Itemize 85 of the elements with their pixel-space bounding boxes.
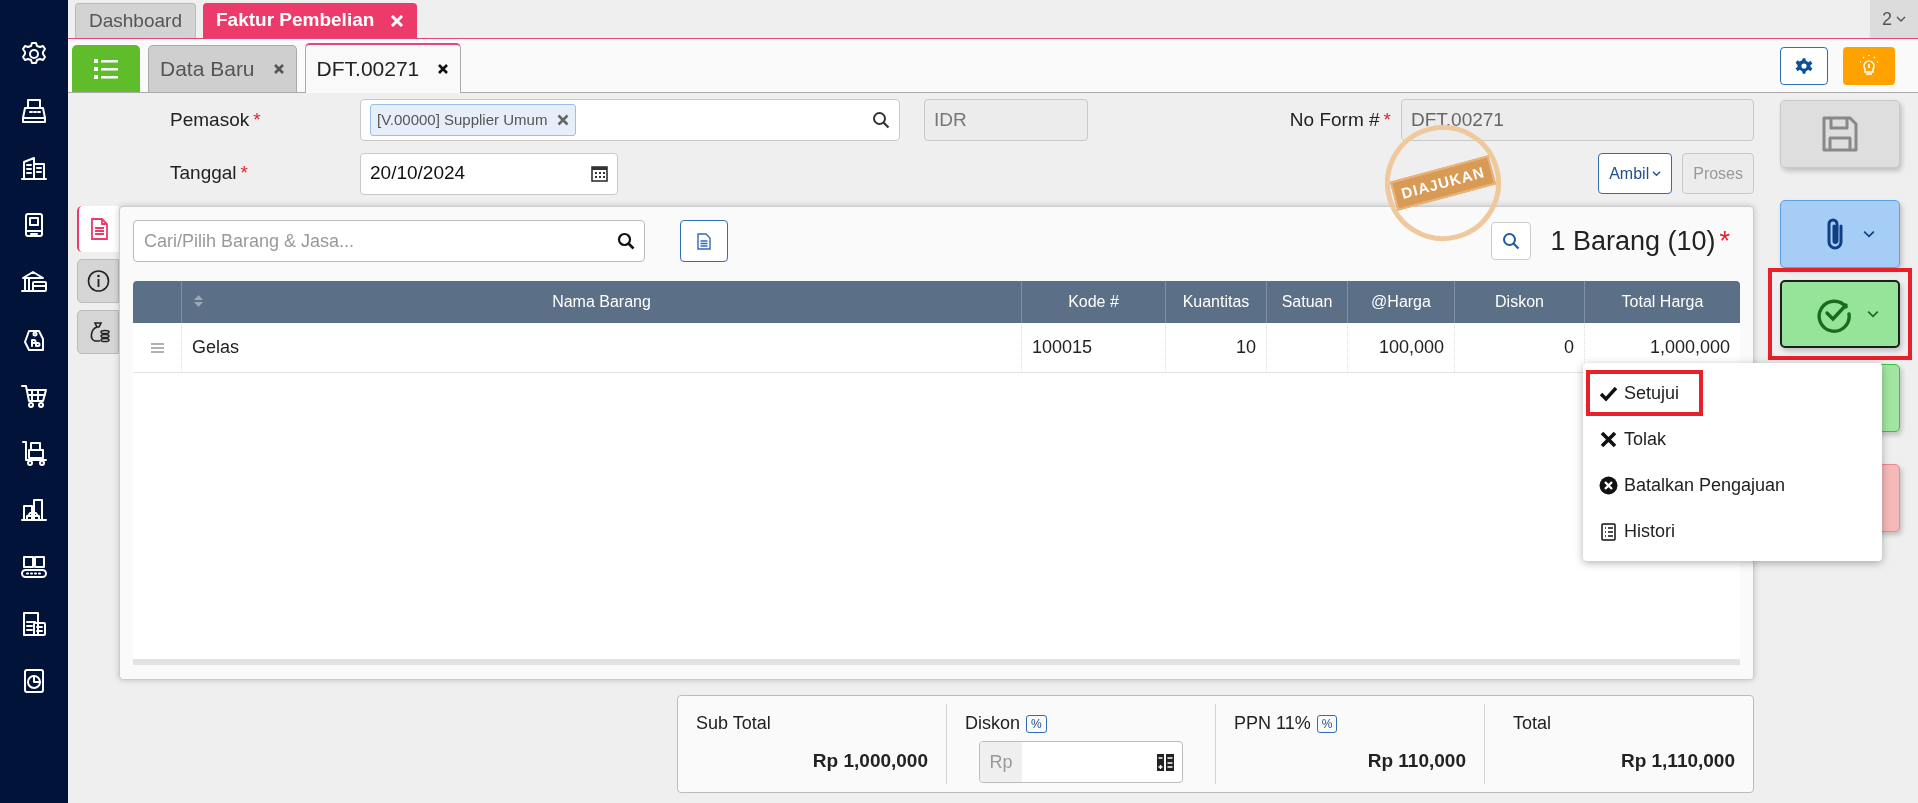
- trolley-icon[interactable]: [20, 439, 48, 467]
- field-label: No Form #: [1289, 107, 1380, 132]
- document-tab[interactable]: DFT.00271: [304, 43, 462, 93]
- required-mark: *: [1719, 224, 1730, 258]
- percent-toggle[interactable]: %: [1026, 714, 1047, 733]
- supplier-tag[interactable]: [V.00000] Supplier Umum: [370, 104, 577, 136]
- chevron-down-icon: [1652, 169, 1662, 178]
- x-icon: [1599, 429, 1618, 449]
- menu-item-label: Setujui: [1624, 381, 1680, 405]
- tax-document-icon[interactable]: [20, 610, 48, 638]
- column-header[interactable]: Nama Barang: [182, 281, 1022, 323]
- document-tab[interactable]: Data Baru: [148, 45, 297, 92]
- lightbulb-icon: [1859, 54, 1879, 77]
- window-count-button[interactable]: 2: [1870, 0, 1918, 38]
- city-icon[interactable]: [20, 496, 48, 524]
- table-cell-text: 10: [1235, 336, 1256, 359]
- table-cell-text: 0: [1564, 336, 1574, 359]
- field-label: Tanggal: [170, 161, 237, 186]
- settings-icon: [1795, 56, 1813, 75]
- chevron-down-icon: [1863, 228, 1875, 240]
- search-icon[interactable]: [617, 232, 635, 250]
- search-icon[interactable]: [872, 111, 890, 129]
- dropdown-button[interactable]: Ambil: [1598, 153, 1673, 194]
- column-header[interactable]: Kode #: [1022, 281, 1166, 323]
- menu-item[interactable]: Setujui: [1586, 370, 1703, 416]
- remove-icon[interactable]: [557, 114, 570, 126]
- item-search-field[interactable]: Cari/Pilih Barang & Jasa...: [133, 220, 645, 262]
- list-icon: [94, 57, 118, 80]
- column-header[interactable]: Satuan: [1267, 281, 1348, 323]
- required-mark: *: [240, 161, 248, 186]
- field-label: Pemasok: [170, 107, 250, 132]
- item-count: 1 Barang (10): [1550, 224, 1716, 258]
- info-icon: [86, 269, 110, 293]
- summary-label: Diskon: [965, 712, 1021, 735]
- chevron-down-icon: [1896, 14, 1906, 24]
- calculator-icon[interactable]: [1157, 753, 1174, 771]
- summary-label: PPN 11%: [1234, 712, 1311, 735]
- side-tab[interactable]: [77, 259, 119, 303]
- table-cell-text: 100015: [1032, 336, 1093, 359]
- table-cell-text: 100,000: [1378, 336, 1444, 359]
- notes-button[interactable]: [680, 220, 728, 262]
- table-cell-text: Gelas: [192, 336, 240, 359]
- side-tab[interactable]: [77, 310, 119, 354]
- conveyor-icon[interactable]: [20, 553, 48, 581]
- approval-button[interactable]: [1780, 280, 1900, 348]
- search-icon: [1502, 232, 1521, 250]
- cash-register-icon[interactable]: [20, 97, 48, 125]
- supplier-field[interactable]: [V.00000] Supplier Umum: [360, 99, 900, 141]
- summary-value: Rp 1,110,000: [1620, 749, 1735, 773]
- menu-item-label: Histori: [1624, 519, 1675, 543]
- summary-label: Sub Total: [696, 712, 771, 735]
- menu-item[interactable]: Histori: [1586, 508, 1879, 554]
- required-mark: *: [253, 107, 261, 132]
- menu-item-label: Tolak: [1624, 427, 1667, 451]
- search-button[interactable]: [1491, 222, 1532, 260]
- column-header[interactable]: Total Harga: [1585, 281, 1740, 323]
- attach-button[interactable]: [1780, 200, 1900, 268]
- menu-item-label: Batalkan Pengajuan: [1624, 473, 1786, 497]
- currency-field[interactable]: IDR: [924, 99, 1088, 141]
- column-header[interactable]: Diskon: [1455, 281, 1585, 323]
- close-icon[interactable]: [437, 63, 450, 75]
- cart-icon[interactable]: [20, 382, 48, 410]
- clipboard-list-icon: [1599, 521, 1618, 541]
- x-circle-icon: [1599, 475, 1618, 495]
- percent-toggle[interactable]: %: [1316, 714, 1338, 733]
- menu-item[interactable]: Tolak: [1586, 416, 1879, 462]
- column-header[interactable]: Kuantitas: [1166, 281, 1267, 323]
- chevron-down-icon: [1867, 308, 1879, 320]
- menu-item[interactable]: Batalkan Pengajuan: [1586, 462, 1879, 508]
- calendar-icon[interactable]: [591, 165, 608, 182]
- summary-label: Total: [1513, 712, 1552, 735]
- column-header[interactable]: @Harga: [1348, 281, 1455, 323]
- date-field[interactable]: 20/10/2024: [360, 152, 618, 195]
- table-cell-text: 1,000,000: [1649, 336, 1730, 359]
- building-icon[interactable]: [20, 154, 48, 182]
- page-tab[interactable]: Faktur Pembelian: [202, 3, 418, 38]
- document-icon: [697, 232, 711, 250]
- summary-value: Rp 1,000,000: [812, 749, 928, 773]
- required-mark: *: [1383, 107, 1391, 132]
- form-number-field[interactable]: DFT.00271: [1401, 99, 1754, 141]
- settings-button[interactable]: [1780, 46, 1828, 85]
- currency-prefix: Rp: [980, 742, 1022, 782]
- summary-value: Rp 110,000: [1367, 749, 1466, 773]
- drag-handle-icon[interactable]: [150, 342, 164, 353]
- page-tab[interactable]: Dashboard: [75, 3, 196, 38]
